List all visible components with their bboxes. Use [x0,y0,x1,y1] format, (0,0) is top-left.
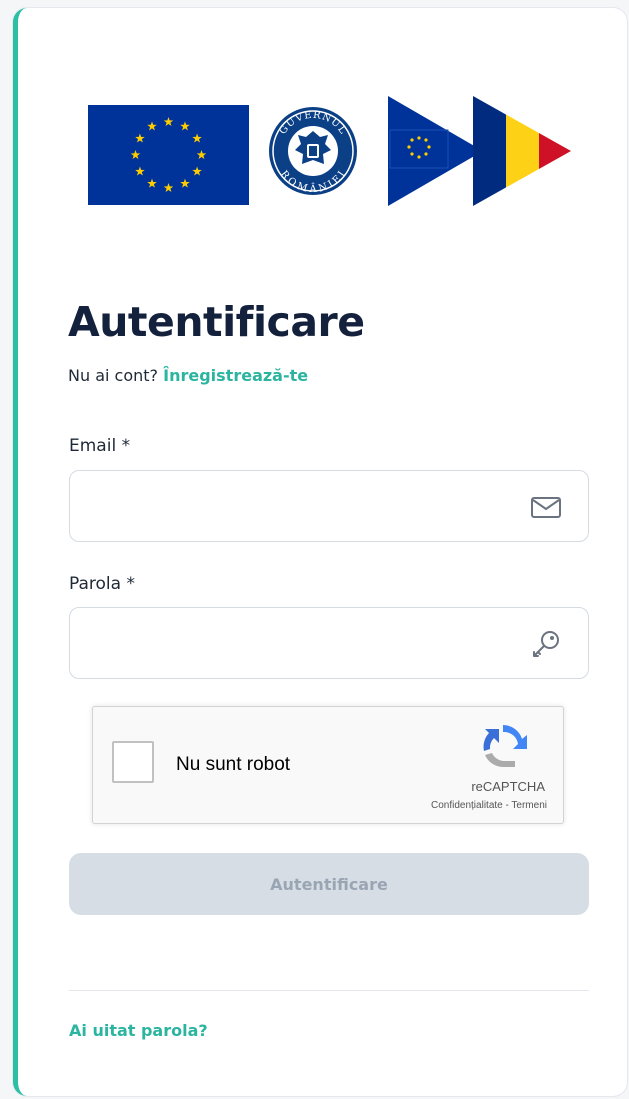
captcha-checkbox[interactable] [112,741,154,783]
recaptcha-widget: Nu sunt robot reCAPTCHA Confidențialitat… [92,706,564,824]
captcha-brand: reCAPTCHA [471,779,545,794]
email-field[interactable] [70,471,546,541]
email-field-wrapper [69,470,589,542]
password-field-wrapper [69,607,589,679]
key-icon [530,630,562,658]
login-submit-button[interactable]: Autentificare [69,853,589,915]
romania-arrow-logo [473,96,571,206]
recaptcha-logo-icon [475,721,531,771]
eu-arrow-logo [388,96,483,206]
login-card: GUVERNUL ROMÂNIEI Autentificare Nu ai co… [13,8,627,1096]
page-title: Autentificare [68,298,365,346]
password-field[interactable] [70,608,546,678]
captcha-terms-links[interactable]: Confidențialitate - Termeni [431,800,547,811]
captcha-label: Nu sunt robot [176,754,291,775]
forgot-password-link[interactable]: Ai uitat parola? [69,1021,208,1040]
email-label: Email * [69,436,131,456]
government-seal-logo: GUVERNUL ROMÂNIEI [268,104,358,198]
eu-flag-logo [88,105,249,205]
envelope-icon [530,493,562,521]
password-label: Parola * [69,574,135,594]
divider [69,990,589,991]
no-account-text: Nu ai cont? [68,366,159,385]
register-link[interactable]: Înregistrează-te [163,366,308,385]
register-prompt: Nu ai cont? Înregistrează-te [68,366,308,385]
